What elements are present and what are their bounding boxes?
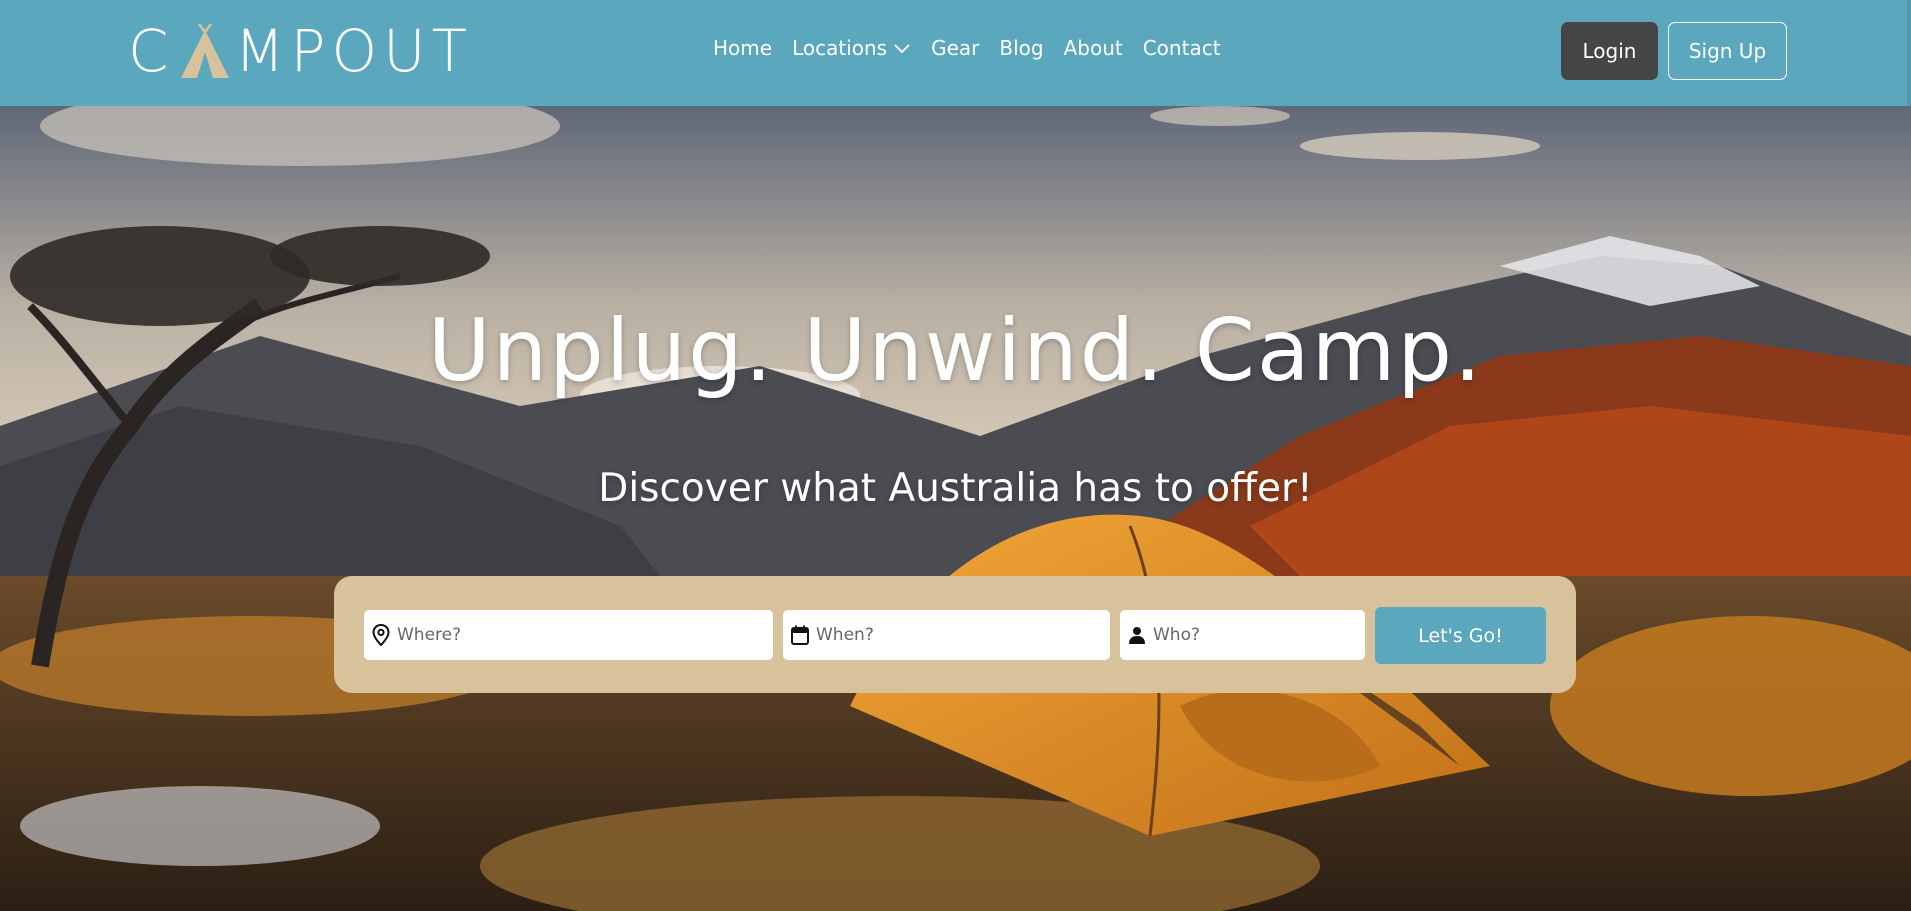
when-field[interactable] [783,610,1110,660]
hero-section: Unplug. Unwind. Camp. Discover what Aust… [0,106,1911,911]
nav-locations-label: Locations [792,36,888,60]
nav-contact-link[interactable]: Contact [1143,36,1221,60]
nav-about-label: About [1063,36,1123,60]
hero-headline: Unplug. Unwind. Camp. [427,301,1484,401]
map-pin-icon [372,624,390,646]
main-nav: Home Locations Gear Blog About Contact [713,36,1241,60]
tent-logo-icon [180,23,229,78]
nav-contact-label: Contact [1142,36,1221,60]
nav-gear-label: Gear [931,36,980,60]
search-panel: Let's Go! [334,576,1576,693]
calendar-icon [791,625,809,645]
when-input[interactable] [814,610,1110,660]
chevron-down-icon [894,44,910,54]
person-icon [1129,627,1145,644]
nav-home-link[interactable]: Home [713,36,772,60]
top-navbar: C MPOUT Home Locations Gear Blog About C… [0,0,1911,106]
logo-text-right: MPOUT [234,17,474,85]
scrollbar[interactable] [1907,0,1911,106]
signup-button[interactable]: Sign Up [1668,22,1787,80]
login-button[interactable]: Login [1561,22,1658,80]
logo-text-left: C [128,17,175,85]
who-input[interactable] [1151,610,1365,660]
nav-locations-link[interactable]: Locations [792,36,911,60]
where-field[interactable] [364,610,773,660]
nav-about-link[interactable]: About [1064,36,1123,60]
lets-go-button[interactable]: Let's Go! [1375,607,1546,664]
who-field[interactable] [1120,610,1365,660]
nav-gear-link[interactable]: Gear [931,36,979,60]
where-input[interactable] [395,610,773,660]
nav-blog-label: Blog [999,36,1044,60]
hero-subheadline: Discover what Australia has to offer! [598,466,1313,511]
nav-home-label: Home [713,36,773,60]
campout-logo[interactable]: C MPOUT [128,22,473,80]
nav-blog-link[interactable]: Blog [999,36,1043,60]
